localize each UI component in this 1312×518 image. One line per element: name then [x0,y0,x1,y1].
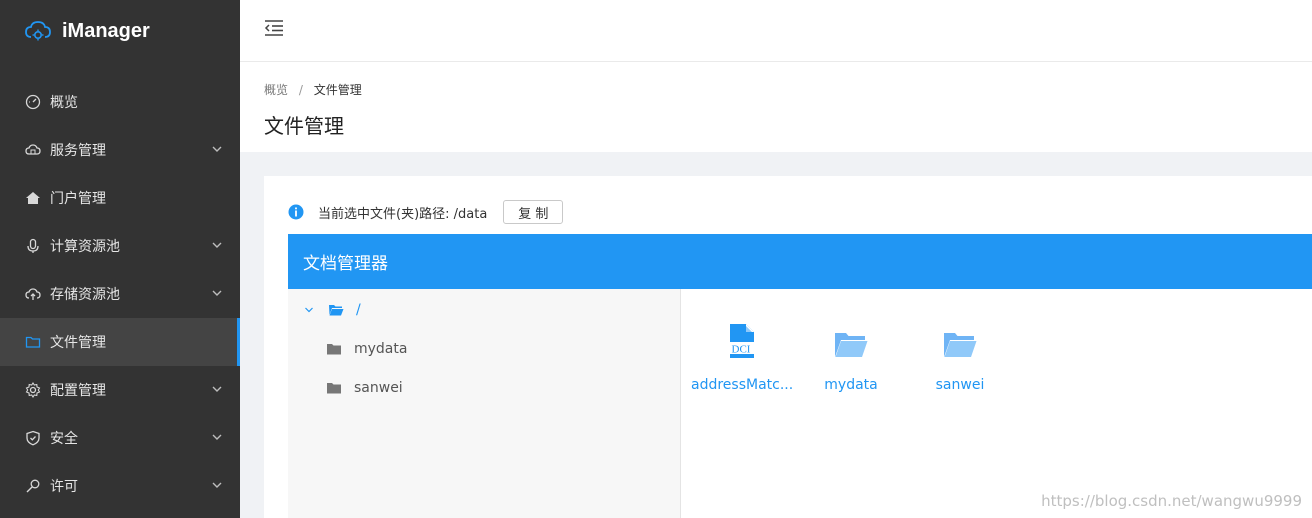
chevron-down-icon[interactable] [304,305,314,315]
sidebar-item-config-management[interactable]: 配置管理 [0,366,240,414]
page-title: 文件管理 [264,114,344,138]
chevron-down-icon [212,146,222,152]
watermark: https://blog.csdn.net/wangwu9999 [1041,492,1302,510]
page-header: 概览 / 文件管理 文件管理 [240,62,1312,152]
tile-icon-wrap [801,313,901,359]
file-name: addressMatc... [691,377,794,393]
tree-node-mydata[interactable]: mydata [326,339,407,359]
sidebar-item-license[interactable]: 许可 [0,462,240,510]
breadcrumb: 概览 / 文件管理 [264,81,362,98]
microphone-icon [24,237,42,255]
folder-tree: / mydata sanwei [288,289,681,518]
file-grid: DCI addressMatc... mydata sanwei [681,289,1312,518]
breadcrumb-separator: / [298,83,303,97]
gear-icon [24,381,42,399]
brand[interactable]: iManager [0,0,240,62]
dashboard-icon [24,93,42,111]
dci-file-icon: DCI [728,324,754,358]
sidebar-menu: 概览 服务管理 门户管理 计算资源池 存储资源池 文件管理 配置管理 安全 许可 [0,78,240,510]
tile-icon-wrap [910,313,1010,359]
cloud-service-icon [24,141,42,159]
file-manager: 文档管理器 / mydata sanwei DCI addressMatc...… [288,234,1312,518]
selected-path-text: 当前选中文件(夹)路径: /data [318,206,488,222]
sidebar-item-label: 门户管理 [50,191,106,207]
sidebar-item-file-management[interactable]: 文件管理 [0,318,240,366]
file-tile[interactable]: sanwei [910,313,1010,393]
chevron-down-icon [212,290,222,296]
sidebar: iManager 概览 服务管理 门户管理 计算资源池 存储资源池 文件管理 配… [0,0,240,518]
file-manager-title: 文档管理器 [288,234,1312,289]
chevron-down-icon [212,434,222,440]
top-header [240,0,1312,62]
file-manager-body: / mydata sanwei DCI addressMatc... mydat… [288,289,1312,518]
sidebar-item-label: 服务管理 [50,143,106,159]
content-card: 当前选中文件(夹)路径: /data 复 制 文档管理器 / mydata sa… [264,176,1312,518]
folder-open-icon [944,333,977,357]
file-name: mydata [824,377,878,393]
cloud-upload-icon [24,285,42,303]
sidebar-item-security[interactable]: 安全 [0,414,240,462]
folder-icon [327,344,341,355]
selected-path-bar: 当前选中文件(夹)路径: /data 复 制 [288,200,564,224]
dci-badge-text: DCI [732,344,751,356]
menu-fold-icon[interactable] [264,18,284,38]
info-icon [288,204,304,220]
sidebar-item-label: 概览 [50,95,78,111]
copy-button[interactable]: 复 制 [503,200,564,224]
sidebar-item-portal-management[interactable]: 门户管理 [0,174,240,222]
sidebar-item-label: 文件管理 [50,335,106,351]
folder-icon [327,383,341,394]
breadcrumb-home-link[interactable]: 概览 [264,83,288,97]
sidebar-item-label: 许可 [50,479,78,495]
cloud-gear-logo-icon [25,21,51,41]
file-tile[interactable]: DCI addressMatc... [691,313,794,393]
folder-open-icon [329,305,344,316]
app-name: iManager [62,19,150,42]
key-icon [24,477,42,495]
tree-node-label: / [356,302,361,318]
chevron-down-icon [212,242,222,248]
tree-node-label: sanwei [354,380,403,396]
tree-node-sanwei[interactable]: sanwei [326,378,403,398]
shield-icon [24,429,42,447]
file-name: sanwei [935,377,985,393]
sidebar-item-label: 安全 [50,431,78,447]
tile-icon-wrap: DCI [691,313,791,359]
sidebar-item-label: 存储资源池 [50,287,120,303]
sidebar-item-storage-pool[interactable]: 存储资源池 [0,270,240,318]
sidebar-item-overview[interactable]: 概览 [0,78,240,126]
file-tile[interactable]: mydata [801,313,901,393]
folder-icon [24,333,42,351]
home-icon [24,189,42,207]
sidebar-item-label: 配置管理 [50,383,106,399]
sidebar-item-label: 计算资源池 [50,239,120,255]
breadcrumb-current: 文件管理 [313,83,362,97]
folder-open-icon [835,333,868,357]
tree-node-root[interactable]: / [304,300,361,320]
sidebar-item-service-management[interactable]: 服务管理 [0,126,240,174]
tree-node-label: mydata [354,341,408,357]
chevron-down-icon [212,386,222,392]
chevron-down-icon [212,482,222,488]
sidebar-item-compute-pool[interactable]: 计算资源池 [0,222,240,270]
